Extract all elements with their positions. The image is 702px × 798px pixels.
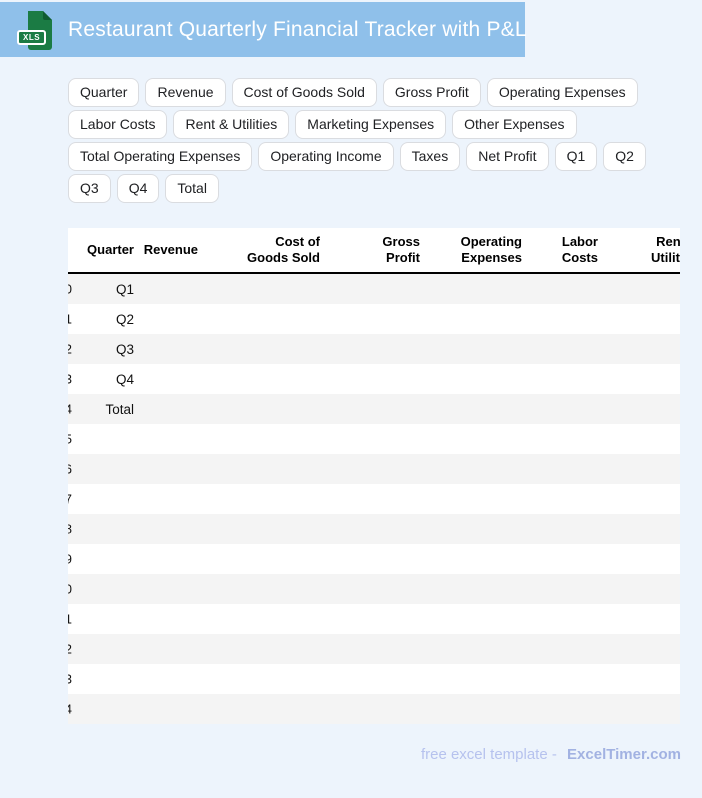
row-number: 13 [68,671,72,687]
quarter-cell: Q2 [115,311,134,327]
row-number: 1 [68,311,72,327]
column-header-rent-utilities: Rent &Utilities [612,228,680,274]
row-number: 11 [68,611,72,627]
xls-file-icon: XLS [17,9,54,51]
tag-other-expenses[interactable]: Other Expenses [452,110,577,139]
tag-list: Quarter Revenue Cost of Goods Sold Gross… [68,78,684,203]
quarter-cell [74,454,142,484]
table-row: 5 [68,424,680,454]
table-row: 8 [68,514,680,544]
xls-badge: XLS [17,30,47,45]
quarter-cell [74,424,142,454]
row-number: 6 [68,461,72,477]
quarter-cell [74,694,142,724]
quarter-cell [74,664,142,694]
row-number: 0 [68,273,74,304]
row-number: 5 [68,431,72,447]
quarter-cell [74,634,142,664]
spreadsheet-preview: Quarter Revenue Cost of Goods Sold Gross P… [68,228,680,724]
tag-q1[interactable]: Q1 [554,142,598,171]
row-number: 7 [68,491,72,507]
column-header-revenue: Revenue [142,228,206,274]
row-number: 12 [68,641,72,657]
financial-table: Quarter Revenue Cost of Goods Sold Gross P… [68,228,680,724]
quarter-cell [74,604,142,634]
column-header-labor-costs: Labor Costs [536,228,612,274]
column-header-cost-of-goods-sold: Cost of Goods Sold [206,228,334,274]
table-row: 1 Q2 [68,304,680,334]
table-row: 7 [68,484,680,514]
quarter-cell: Q4 [115,371,134,387]
page: XLS Restaurant Quarterly Financial Track… [0,0,702,798]
tag-q4[interactable]: Q4 [116,174,160,203]
footer: free excel template - ExcelTimer.com [421,746,681,763]
tag-total[interactable]: Total [165,174,219,203]
table-header-row: Quarter Revenue Cost of Goods Sold Gross P… [68,228,680,274]
table-row: 14 [68,694,680,724]
tag-labor-costs[interactable]: Labor Costs [68,110,168,139]
table-row: 4 Total [68,394,680,424]
row-number: 14 [68,701,72,717]
tag-q3[interactable]: Q3 [68,174,111,203]
column-header-gross-profit: Gross Profit [334,228,434,274]
row-number: 3 [68,371,72,387]
tag-marketing-expenses[interactable]: Marketing Expenses [295,110,447,139]
table-row: 2 Q3 [68,334,680,364]
quarter-cell [74,514,142,544]
tag-taxes[interactable]: Taxes [399,142,461,171]
table-row: 12 [68,634,680,664]
table-row: 0 Q1 [68,273,680,304]
quarter-cell: Q1 [115,281,134,297]
table-row: 9 [68,544,680,574]
tag-gross-profit[interactable]: Gross Profit [382,78,481,107]
tag-q2[interactable]: Q2 [603,142,646,171]
tag-cost-of-goods-sold[interactable]: Cost of Goods Sold [231,78,377,107]
tag-revenue[interactable]: Revenue [145,78,226,107]
row-number: 2 [68,341,72,357]
table-row: 11 [68,604,680,634]
quarter-cell [74,574,142,604]
tag-rent-utilities[interactable]: Rent & Utilities [173,110,290,139]
table-row: 3 Q4 [68,364,680,394]
quarter-cell [74,484,142,514]
row-number: 4 [68,401,72,417]
quarter-cell [74,544,142,574]
table-row: 13 [68,664,680,694]
quarter-cell: Q3 [115,341,134,357]
tag-operating-income[interactable]: Operating Income [258,142,394,171]
column-header-operating-expenses: Operating Expenses [434,228,536,274]
row-number: 9 [68,551,72,567]
tag-total-operating-expenses[interactable]: Total Operating Expenses [68,142,253,171]
page-title: Restaurant Quarterly Financial Tracker w… [68,17,527,41]
table-row: 6 [68,454,680,484]
row-number: 10 [68,581,72,597]
row-number: 8 [68,521,72,537]
title-bar: XLS Restaurant Quarterly Financial Track… [0,2,527,57]
table-row: 10 [68,574,680,604]
column-header-quarter: Quarter [74,228,142,274]
tag-quarter[interactable]: Quarter [68,78,140,107]
footer-label: free excel template - [420,746,557,763]
tag-operating-expenses[interactable]: Operating Expenses [486,78,638,107]
tag-net-profit[interactable]: Net Profit [466,142,549,171]
footer-brand-link[interactable]: ExcelTimer.com [567,746,681,763]
quarter-cell: Total [105,401,134,417]
